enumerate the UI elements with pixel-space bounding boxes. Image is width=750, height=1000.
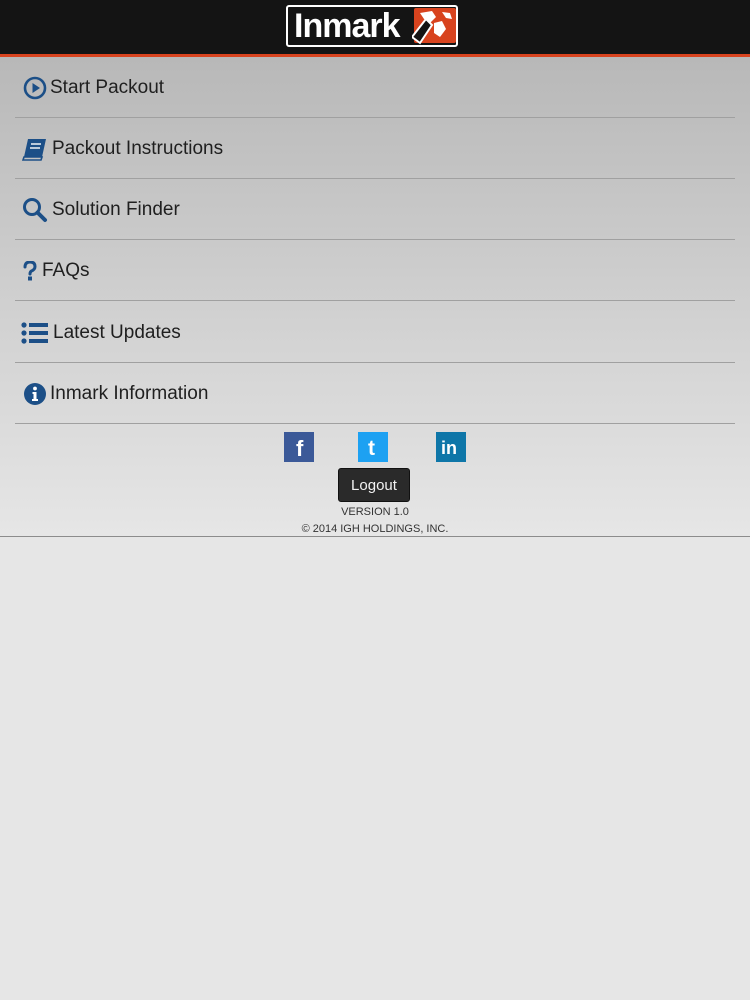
info-circle-icon xyxy=(21,363,49,424)
main-menu: Start Packout Packout Instructions Solut… xyxy=(0,57,750,537)
menu-item-label: Start Packout xyxy=(50,77,165,98)
logo-text: Inmark xyxy=(294,7,400,45)
svg-text:f: f xyxy=(296,436,304,461)
menu-item-start-packout[interactable]: Start Packout xyxy=(15,57,735,118)
linkedin-icon: in xyxy=(441,438,457,458)
linkedin-link[interactable]: in xyxy=(436,432,466,462)
twitter-icon: t xyxy=(368,437,375,460)
app-header: Inmark xyxy=(0,0,750,57)
search-icon xyxy=(21,179,49,240)
menu-item-label: Solution Finder xyxy=(52,199,180,220)
svg-text:t: t xyxy=(368,437,375,460)
menu-item-label: Inmark Information xyxy=(50,383,209,404)
menu-item-solution-finder[interactable]: Solution Finder xyxy=(15,179,735,240)
list-icon xyxy=(21,302,49,363)
play-circle-icon xyxy=(21,57,49,118)
menu-item-label: FAQs xyxy=(42,260,90,281)
menu-item-packout-instructions[interactable]: Packout Instructions xyxy=(15,118,735,179)
twitter-link[interactable]: t xyxy=(358,432,388,462)
inmark-logo: Inmark xyxy=(286,5,458,47)
menu-item-latest-updates[interactable]: Latest Updates xyxy=(15,302,735,363)
facebook-link[interactable]: f xyxy=(284,432,314,462)
logout-button[interactable]: Logout xyxy=(338,468,410,502)
menu-item-label: Latest Updates xyxy=(53,322,181,343)
menu-item-inmark-information[interactable]: Inmark Information xyxy=(15,363,735,424)
menu-item-label: Packout Instructions xyxy=(52,138,224,159)
menu-item-faqs[interactable]: FAQs xyxy=(15,240,735,301)
question-icon xyxy=(21,240,39,301)
svg-text:in: in xyxy=(441,438,457,458)
globe-tag-icon xyxy=(412,8,456,45)
facebook-icon: f xyxy=(296,436,304,461)
copyright-text: © 2014 IGH HOLDINGS, INC. xyxy=(301,523,449,535)
version-text: VERSION 1.0 xyxy=(341,506,409,518)
book-icon xyxy=(21,118,49,179)
